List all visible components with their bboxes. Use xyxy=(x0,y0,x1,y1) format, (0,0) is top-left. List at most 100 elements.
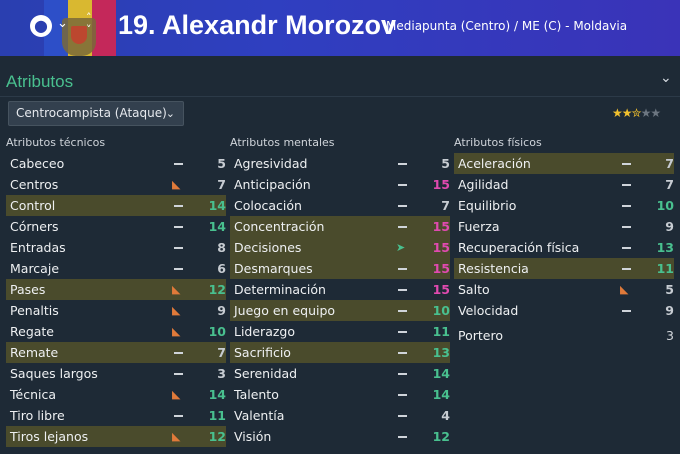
attribute-row[interactable]: Juego en equipo 10 xyxy=(230,300,450,321)
no-change-dash-icon xyxy=(622,310,631,312)
attribute-row[interactable]: Concentración 15 xyxy=(230,216,450,237)
no-change-dash-icon xyxy=(398,310,407,312)
role-dropdown[interactable]: Centrocampista (Ataque) ⌄ xyxy=(8,101,184,126)
attribute-row[interactable]: Recuperación física 13 xyxy=(454,237,674,258)
attribute-row[interactable]: Tiro libre 11 xyxy=(6,405,226,426)
attribute-row[interactable]: Colocación 7 xyxy=(230,195,450,216)
attribute-row[interactable]: Control 14 xyxy=(6,195,226,216)
column-header-physical: Atributos físicos xyxy=(454,136,542,149)
star-empty-icon: ★ xyxy=(650,106,661,120)
attribute-value: 15 xyxy=(432,177,450,192)
attribute-name: Córners xyxy=(10,219,59,234)
attribute-name: Saques largos xyxy=(10,366,98,381)
section-title: Atributos xyxy=(6,72,74,91)
attribute-row[interactable]: Agresividad 5 xyxy=(230,153,450,174)
attribute-name: Recuperación física xyxy=(458,240,580,255)
attribute-row[interactable]: Pases ◣ 12 xyxy=(6,279,226,300)
attribute-name: Equilibrio xyxy=(458,198,517,213)
attribute-value: 11 xyxy=(208,408,226,423)
collapse-chevron-icon[interactable]: ⌄ xyxy=(660,70,672,86)
attribute-name: Resistencia xyxy=(458,261,529,276)
attribute-name: Decisiones xyxy=(234,240,302,255)
attribute-value: 9 xyxy=(665,303,674,318)
globe-icon[interactable]: ● xyxy=(30,15,52,37)
attribute-row[interactable]: Fuerza 9 xyxy=(454,216,674,237)
attribute-name: Centros xyxy=(10,177,59,192)
attribute-value: 10 xyxy=(208,324,226,339)
attribute-row[interactable]: Resistencia 11 xyxy=(454,258,674,279)
attribute-row[interactable]: Tiros lejanos ◣ 12 xyxy=(6,426,226,447)
attribute-name: Anticipación xyxy=(234,177,311,192)
player-switch-arrows-icon[interactable]: ˄ ˅ xyxy=(86,12,92,36)
attribute-row[interactable]: Decisiones ➤ 15 xyxy=(230,237,450,258)
trend-down-arrow-icon: ◣ xyxy=(172,178,181,191)
attribute-name: Cabeceo xyxy=(10,156,65,171)
attribute-name: Regate xyxy=(10,324,55,339)
column-header-mental: Atributos mentales xyxy=(230,136,335,149)
attribute-row[interactable]: Serenidad 14 xyxy=(230,363,450,384)
attribute-value: 14 xyxy=(432,366,450,381)
no-change-dash-icon xyxy=(398,331,407,333)
attribute-name: Pases xyxy=(10,282,46,297)
no-change-dash-icon xyxy=(398,394,407,396)
attribute-value: 12 xyxy=(432,429,450,444)
attribute-name: Entradas xyxy=(10,240,66,255)
no-change-dash-icon xyxy=(174,268,183,270)
attribute-row[interactable]: Córners 14 xyxy=(6,216,226,237)
attribute-value: 11 xyxy=(432,324,450,339)
attribute-row[interactable]: Penaltis ◣ 9 xyxy=(6,300,226,321)
attribute-value: 7 xyxy=(441,198,450,213)
attribute-row[interactable]: Equilibrio 10 xyxy=(454,195,674,216)
no-change-dash-icon xyxy=(398,289,407,291)
star-empty-icon: ★ xyxy=(640,106,652,120)
attribute-row[interactable]: Saques largos 3 xyxy=(6,363,226,384)
attribute-row[interactable]: Talento 14 xyxy=(230,384,450,405)
attribute-row[interactable]: Valentía 4 xyxy=(230,405,450,426)
attribute-value: 3 xyxy=(217,366,226,381)
player-position-nation: Mediapunta (Centro) / ME (C) - Moldavia xyxy=(386,19,628,33)
star-full-icon: ★ xyxy=(621,106,633,120)
star-half-icon: ✮ xyxy=(631,106,642,120)
attribute-row[interactable]: Agilidad 7 xyxy=(454,174,674,195)
attribute-row[interactable]: Remate 7 xyxy=(6,342,226,363)
attribute-row[interactable]: Visión 12 xyxy=(230,426,450,447)
attribute-row[interactable]: Desmarques 15 xyxy=(230,258,450,279)
attribute-value: 7 xyxy=(665,177,674,192)
attribute-value: 5 xyxy=(441,156,450,171)
chevron-down-icon[interactable]: ⌄ xyxy=(57,16,68,31)
chevron-down-icon: ⌄ xyxy=(165,107,175,120)
attribute-value: 13 xyxy=(656,240,674,255)
attribute-value: 6 xyxy=(217,261,226,276)
no-change-dash-icon xyxy=(398,436,407,438)
attribute-row[interactable]: Regate ◣ 10 xyxy=(6,321,226,342)
attribute-row[interactable]: Marcaje 6 xyxy=(6,258,226,279)
no-change-dash-icon xyxy=(622,184,631,186)
attribute-row[interactable]: Determinación 15 xyxy=(230,279,450,300)
goalkeeper-rating-row: Portero 3 xyxy=(454,321,674,347)
attribute-name: Desmarques xyxy=(234,261,313,276)
attribute-value: 3 xyxy=(666,328,674,343)
no-change-dash-icon xyxy=(398,184,407,186)
attribute-value: 13 xyxy=(432,345,450,360)
trend-up-arrow-icon: ➤ xyxy=(396,241,406,254)
attribute-row[interactable]: Sacrificio 13 xyxy=(230,342,450,363)
attribute-name: Determinación xyxy=(234,282,326,297)
attribute-value: 7 xyxy=(217,345,226,360)
column-header-technical: Atributos técnicos xyxy=(6,136,106,149)
attribute-row[interactable]: Anticipación 15 xyxy=(230,174,450,195)
attribute-name: Tiros lejanos xyxy=(10,429,89,444)
attribute-row[interactable]: Entradas 8 xyxy=(6,237,226,258)
attribute-row[interactable]: Centros ◣ 7 xyxy=(6,174,226,195)
attribute-row[interactable]: Cabeceo 5 xyxy=(6,153,226,174)
attribute-row[interactable]: Técnica ◣ 14 xyxy=(6,384,226,405)
attribute-row[interactable]: Velocidad 9 xyxy=(454,300,674,321)
no-change-dash-icon xyxy=(174,205,183,207)
attribute-name: Velocidad xyxy=(458,303,519,318)
attribute-value: 14 xyxy=(208,387,226,402)
role-rating-stars: ★★✮★★ xyxy=(612,106,661,120)
attribute-row[interactable]: Liderazgo 11 xyxy=(230,321,450,342)
attribute-value: 15 xyxy=(432,261,450,276)
attribute-row[interactable]: Salto ◣ 5 xyxy=(454,279,674,300)
no-change-dash-icon xyxy=(622,163,631,165)
attribute-row[interactable]: Aceleración 7 xyxy=(454,153,674,174)
